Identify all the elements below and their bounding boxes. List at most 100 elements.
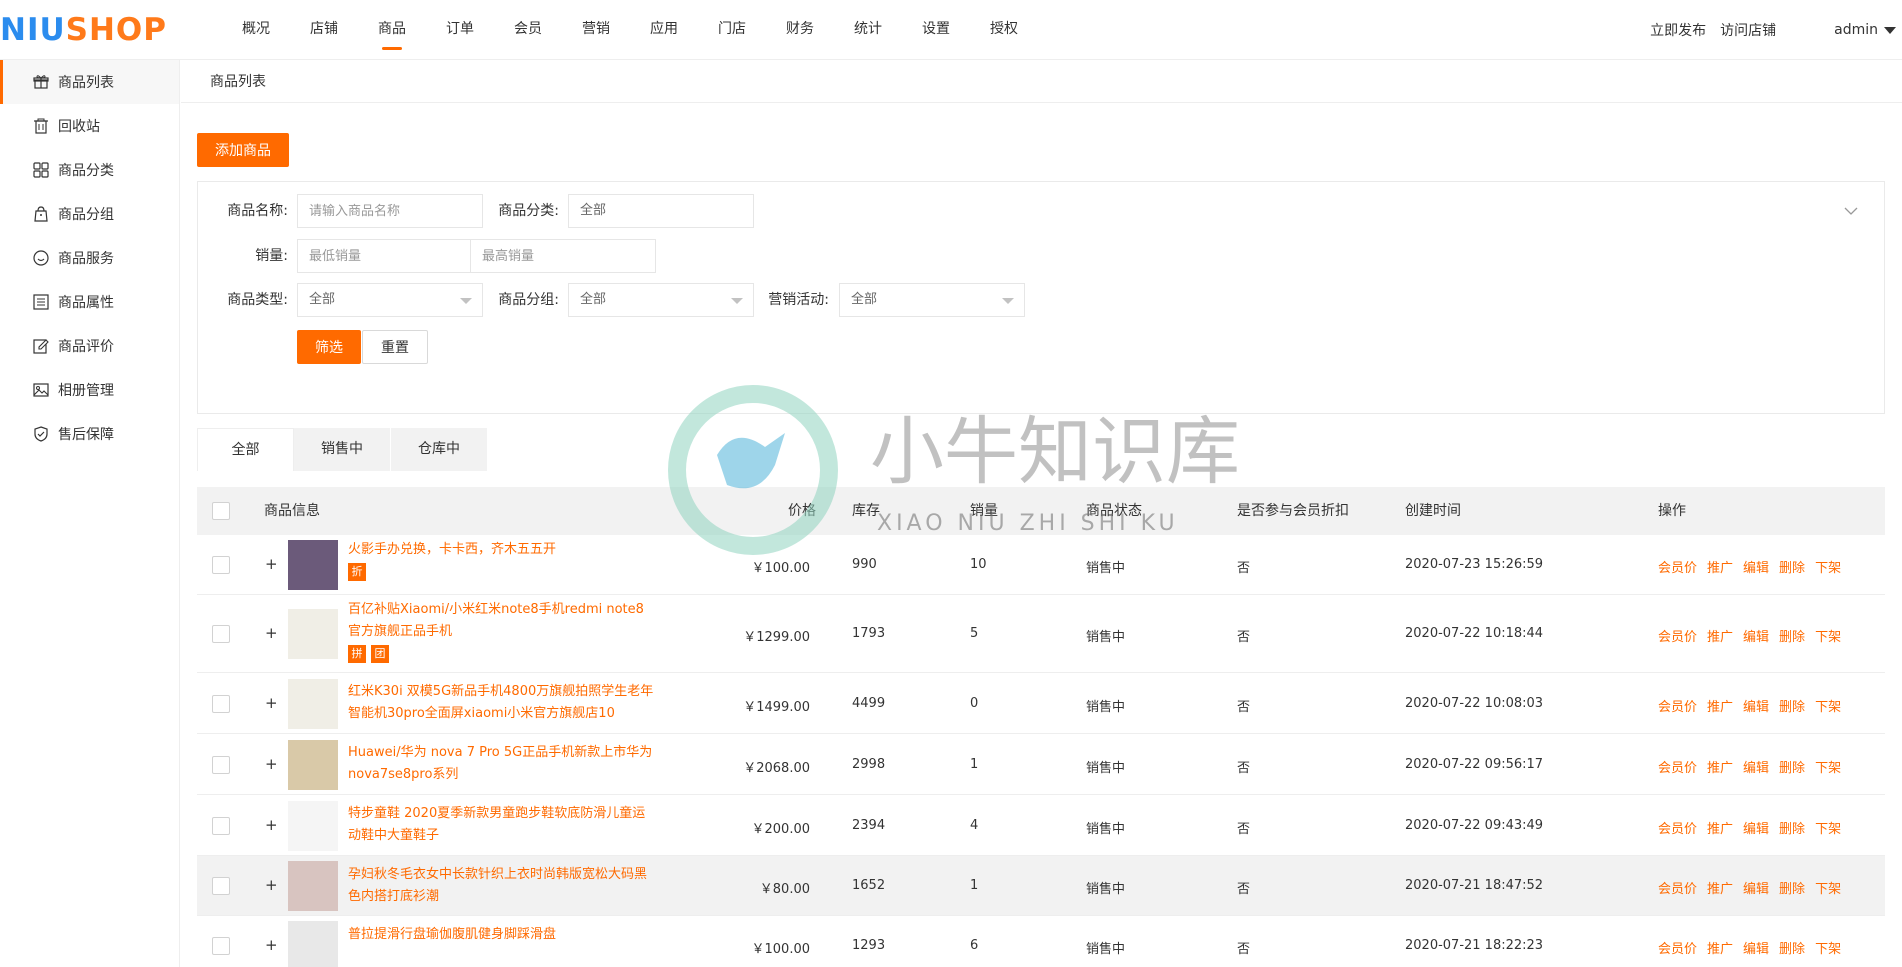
topnav-item[interactable]: 设置 [902,0,970,60]
row-op-link[interactable]: 删除 [1779,696,1805,715]
row-op-link[interactable]: 推广 [1707,696,1733,715]
row-op-link[interactable]: 编辑 [1743,938,1769,957]
row-op-link[interactable]: 下架 [1815,878,1841,897]
topnav-item[interactable]: 统计 [834,0,902,60]
expand-plus-icon[interactable]: + [265,694,278,712]
sidebar-item[interactable]: 回收站 [0,104,179,148]
category-select[interactable]: 全部 [568,194,754,228]
product-thumbnail[interactable] [288,921,338,967]
topnav-item[interactable]: 店铺 [290,0,358,60]
row-op-link[interactable]: 推广 [1707,878,1733,897]
tab[interactable]: 全部 [197,428,294,471]
expand-plus-icon[interactable]: + [265,816,278,834]
product-name-link[interactable]: 百亿补贴Xiaomi/小米红米note8手机redmi note8官方旗舰正品手… [348,599,656,663]
sidebar-item[interactable]: 商品分组 [0,192,179,236]
row-checkbox[interactable] [212,556,230,574]
user-menu[interactable]: admin [1834,22,1896,38]
row-op-link[interactable]: 删除 [1779,757,1805,776]
row-op-link[interactable]: 下架 [1815,938,1841,957]
row-op-link[interactable]: 下架 [1815,757,1841,776]
topnav-item[interactable]: 商品 [358,0,426,60]
topnav-item[interactable]: 会员 [494,0,562,60]
sidebar-item[interactable]: 商品服务 [0,236,179,280]
row-checkbox[interactable] [212,937,230,955]
chevron-down-icon[interactable] [1844,204,1858,218]
add-product-button[interactable]: 添加商品 [197,133,289,167]
niushop-logo[interactable]: NIUSHOP [0,12,167,48]
sidebar-item[interactable]: 商品列表 [0,60,179,104]
row-op-link[interactable]: 推广 [1707,757,1733,776]
sidebar-item[interactable]: 商品属性 [0,280,179,324]
reset-button[interactable]: 重置 [362,330,428,364]
expand-plus-icon[interactable]: + [265,755,278,773]
row-op-link[interactable]: 下架 [1815,557,1841,576]
product-thumbnail[interactable] [288,861,338,911]
product-name-link[interactable]: Huawei/华为 nova 7 Pro 5G正品手机新款上市华为nova7se… [348,742,656,786]
row-op-link[interactable]: 推广 [1707,818,1733,837]
filter-button[interactable]: 筛选 [297,330,361,364]
tab[interactable]: 销售中 [294,428,391,471]
row-op-link[interactable]: 会员价 [1658,626,1697,645]
sidebar-item[interactable]: 商品分类 [0,148,179,192]
min-sales-input[interactable] [297,239,483,273]
product-name-input[interactable] [297,194,483,228]
row-checkbox[interactable] [212,695,230,713]
topnav-item[interactable]: 订单 [426,0,494,60]
product-name-link[interactable]: 火影手办兑换，卡卡西，齐木五五开折 [348,539,656,581]
expand-plus-icon[interactable]: + [265,624,278,642]
product-group-select[interactable]: 全部 [568,283,754,317]
topnav-item[interactable]: 应用 [630,0,698,60]
topnav-item[interactable]: 授权 [970,0,1038,60]
row-op-link[interactable]: 编辑 [1743,626,1769,645]
row-checkbox[interactable] [212,625,230,643]
row-checkbox[interactable] [212,756,230,774]
row-checkbox[interactable] [212,817,230,835]
visit-store-link[interactable]: 访问店铺 [1720,20,1776,40]
row-op-link[interactable]: 删除 [1779,938,1805,957]
product-thumbnail[interactable] [288,740,338,790]
expand-plus-icon[interactable]: + [265,555,278,573]
topnav-item[interactable]: 财务 [766,0,834,60]
row-op-link[interactable]: 会员价 [1658,557,1697,576]
row-op-link[interactable]: 编辑 [1743,818,1769,837]
row-op-link[interactable]: 推广 [1707,557,1733,576]
row-op-link[interactable]: 会员价 [1658,757,1697,776]
product-name-link[interactable]: 红米K30i 双模5G新品手机4800万旗舰拍照学生老年智能机30pro全面屏x… [348,681,656,725]
max-sales-input[interactable] [470,239,656,273]
product-type-select[interactable]: 全部 [297,283,483,317]
row-op-link[interactable]: 会员价 [1658,938,1697,957]
sidebar-item[interactable]: 商品评价 [0,324,179,368]
topnav-item[interactable]: 门店 [698,0,766,60]
row-op-link[interactable]: 删除 [1779,557,1805,576]
row-op-link[interactable]: 编辑 [1743,557,1769,576]
row-op-link[interactable]: 删除 [1779,818,1805,837]
product-thumbnail[interactable] [288,679,338,729]
expand-plus-icon[interactable]: + [265,876,278,894]
row-op-link[interactable]: 删除 [1779,878,1805,897]
row-op-link[interactable]: 删除 [1779,626,1805,645]
row-op-link[interactable]: 下架 [1815,626,1841,645]
row-op-link[interactable]: 会员价 [1658,818,1697,837]
row-op-link[interactable]: 编辑 [1743,878,1769,897]
tab[interactable]: 仓库中 [391,428,488,471]
row-op-link[interactable]: 推广 [1707,938,1733,957]
product-name-link[interactable]: 普拉提滑行盘瑜伽腹肌健身脚踩滑盘 [348,924,656,946]
publish-link[interactable]: 立即发布 [1650,20,1706,40]
product-thumbnail[interactable] [288,540,338,590]
expand-plus-icon[interactable]: + [265,936,278,954]
row-op-link[interactable]: 下架 [1815,818,1841,837]
topnav-item[interactable]: 概况 [222,0,290,60]
row-op-link[interactable]: 下架 [1815,696,1841,715]
promo-select[interactable]: 全部 [839,283,1025,317]
product-thumbnail[interactable] [288,801,338,851]
product-name-link[interactable]: 特步童鞋 2020夏季新款男童跑步鞋软底防滑儿童运动鞋中大童鞋子 [348,803,656,847]
row-op-link[interactable]: 会员价 [1658,878,1697,897]
row-checkbox[interactable] [212,877,230,895]
row-op-link[interactable]: 会员价 [1658,696,1697,715]
sidebar-item[interactable]: 相册管理 [0,368,179,412]
row-op-link[interactable]: 推广 [1707,626,1733,645]
topnav-item[interactable]: 营销 [562,0,630,60]
product-thumbnail[interactable] [288,609,338,659]
row-op-link[interactable]: 编辑 [1743,696,1769,715]
sidebar-item[interactable]: 售后保障 [0,412,179,456]
